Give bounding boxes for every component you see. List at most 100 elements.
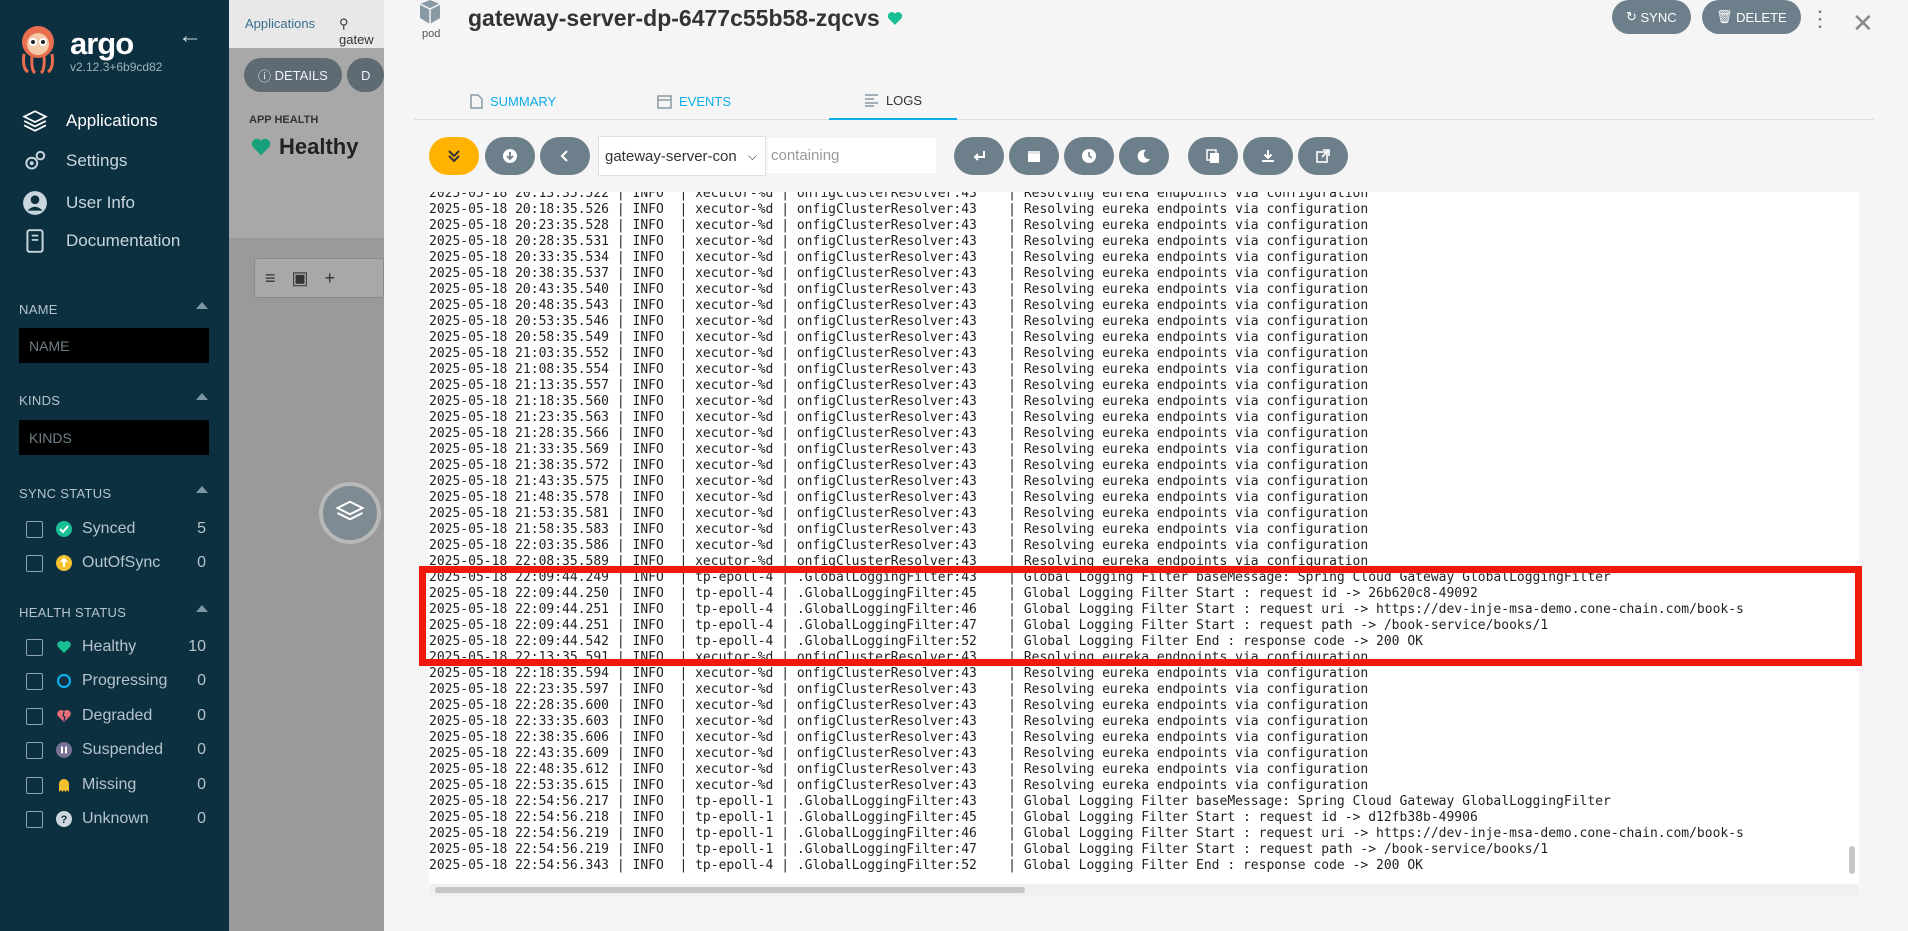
log-line: 2025-05-18 20:38:35.537 | INFO | xecutor… xyxy=(429,266,1369,281)
highlight-annotation xyxy=(419,566,1862,666)
filter-suspended[interactable]: Suspended 0 xyxy=(26,739,206,761)
checkbox[interactable] xyxy=(26,638,43,656)
log-line: 2025-05-18 21:53:35.581 | INFO | xecutor… xyxy=(429,506,1369,521)
previous-button[interactable] xyxy=(540,137,590,175)
wrap-lines-button[interactable] xyxy=(954,137,1004,175)
log-line: 2025-05-18 22:54:56.343 | INFO | tp-epol… xyxy=(429,858,1423,873)
heart-icon xyxy=(887,12,902,25)
resource-details-panel: pod gateway-server-dp-6477c55b58-zqcvs ↻… xyxy=(384,0,1908,931)
log-line: 2025-05-18 22:54:56.219 | INFO | tp-epol… xyxy=(429,842,1549,857)
log-viewer[interactable]: 2025-05-18 20:13:35.522 | INFO | xecutor… xyxy=(429,192,1859,896)
name-filter-heading: NAME xyxy=(19,302,58,317)
log-line: 2025-05-18 22:38:35.606 | INFO | xecutor… xyxy=(429,730,1369,745)
filter-label: Healthy xyxy=(82,638,137,655)
log-line: 2025-05-18 21:58:35.583 | INFO | xecutor… xyxy=(429,522,1369,537)
filter-count: 0 xyxy=(197,741,206,758)
scrollbar-thumb[interactable] xyxy=(435,887,1025,893)
checkbox[interactable] xyxy=(26,672,43,690)
sync-button[interactable]: ↻ SYNC xyxy=(1612,0,1691,34)
vertical-scrollbar[interactable] xyxy=(1849,846,1855,874)
log-line: 2025-05-18 21:38:35.572 | INFO | xecutor… xyxy=(429,458,1369,473)
filter-synced[interactable]: Synced 5 xyxy=(26,518,206,540)
download-icon xyxy=(1262,150,1274,162)
checkbox[interactable] xyxy=(26,554,43,572)
heart-icon xyxy=(251,138,271,156)
tab-summary[interactable]: SUMMARY xyxy=(470,82,556,120)
gears-icon xyxy=(25,150,46,170)
collapse-caret-icon[interactable] xyxy=(196,486,208,493)
log-line: 2025-05-18 22:53:35.615 | INFO | xecutor… xyxy=(429,778,1369,793)
user-circle-icon xyxy=(23,191,47,215)
details-label: DETAILS xyxy=(274,67,328,83)
check-circle-icon xyxy=(56,521,72,537)
name-filter-input[interactable] xyxy=(19,328,209,363)
align-icon[interactable]: ≡ xyxy=(265,268,276,289)
container-select-value: gateway-server-con xyxy=(605,147,737,165)
filter-progressing[interactable]: Progressing 0 xyxy=(26,670,206,692)
filter-label: Suspended xyxy=(82,741,163,758)
nav-documentation[interactable]: Documentation xyxy=(22,226,180,256)
nav-applications[interactable]: Applications xyxy=(22,106,158,136)
details-button[interactable]: ⓘ DETAILS xyxy=(244,58,342,92)
spinner-icon xyxy=(56,673,72,689)
log-line: 2025-05-18 22:03:35.586 | INFO | xecutor… xyxy=(429,538,1369,553)
diff-label: D xyxy=(361,67,371,83)
diff-button[interactable]: D xyxy=(347,58,385,92)
tab-label: EVENTS xyxy=(679,93,732,109)
checkbox[interactable] xyxy=(26,741,43,759)
filter-outofsync[interactable]: OutOfSync 0 xyxy=(26,552,206,574)
delete-button[interactable]: 🗑 DELETE xyxy=(1702,0,1801,34)
breadcrumb[interactable]: Applications xyxy=(245,16,315,31)
download-logs-button[interactable] xyxy=(1243,137,1293,175)
tab-logs[interactable]: LOGS xyxy=(829,82,957,120)
dark-mode-button[interactable] xyxy=(1119,137,1169,175)
log-line: 2025-05-18 21:03:35.552 | INFO | xecutor… xyxy=(429,346,1369,361)
checkbox[interactable] xyxy=(26,810,43,828)
fit-icon[interactable]: ▣ xyxy=(292,268,309,289)
filter-degraded[interactable]: Degraded 0 xyxy=(26,705,206,727)
collapse-sidebar-icon[interactable]: ← xyxy=(178,22,202,50)
horizontal-scrollbar[interactable] xyxy=(429,884,1859,896)
collapse-caret-icon[interactable] xyxy=(196,393,208,400)
follow-logs-button[interactable] xyxy=(429,137,479,175)
pause-circle-icon xyxy=(56,742,72,758)
log-filter-input[interactable] xyxy=(768,138,936,173)
app-health-value: Healthy xyxy=(279,134,359,159)
nav-settings[interactable]: Settings xyxy=(22,146,127,176)
checkbox[interactable] xyxy=(26,776,43,794)
since-time-button[interactable] xyxy=(1064,137,1114,175)
argo-octopus-logo xyxy=(22,26,54,74)
cube-icon xyxy=(419,0,441,24)
kinds-filter-heading: KINDS xyxy=(19,393,61,408)
background-app-page: Applications ⚲ gatew ⓘ DETAILS D APP HEA… xyxy=(229,0,385,931)
copy-icon xyxy=(1206,149,1219,163)
zoom-in-icon[interactable]: + xyxy=(325,268,336,289)
moon-icon xyxy=(1137,149,1150,163)
filter-count: 10 xyxy=(188,638,206,655)
checkbox[interactable] xyxy=(26,707,43,725)
breadcrumb-search-text: gatew xyxy=(339,32,374,47)
show-timestamps-button[interactable] xyxy=(1009,137,1059,175)
book-icon xyxy=(26,229,44,253)
more-vertical-icon[interactable]: ⋮ xyxy=(1809,6,1831,32)
filter-unknown[interactable]: ? Unknown 0 xyxy=(26,808,206,830)
close-icon[interactable]: ✕ xyxy=(1852,8,1874,39)
checkbox[interactable] xyxy=(26,520,43,538)
scroll-bottom-button[interactable] xyxy=(485,137,535,175)
nav-user-info[interactable]: User Info xyxy=(22,188,135,218)
collapse-caret-icon[interactable] xyxy=(196,605,208,612)
filter-healthy[interactable]: Healthy 10 xyxy=(26,636,206,658)
app-graph-node[interactable] xyxy=(319,482,381,544)
filter-count: 5 xyxy=(197,520,206,537)
collapse-caret-icon[interactable] xyxy=(196,302,208,309)
filter-missing[interactable]: Missing 0 xyxy=(26,774,206,796)
align-left-icon xyxy=(864,93,878,107)
open-new-window-button[interactable] xyxy=(1298,137,1348,175)
container-select[interactable]: gateway-server-con ⌵ xyxy=(598,136,766,176)
file-icon xyxy=(470,93,483,109)
breadcrumb-search[interactable]: ⚲ gatew xyxy=(339,16,384,47)
tab-events[interactable]: EVENTS xyxy=(657,82,731,120)
kinds-filter-input[interactable] xyxy=(19,420,209,455)
copy-logs-button[interactable] xyxy=(1188,137,1238,175)
log-line: 2025-05-18 22:54:56.219 | INFO | tp-epol… xyxy=(429,826,1744,841)
